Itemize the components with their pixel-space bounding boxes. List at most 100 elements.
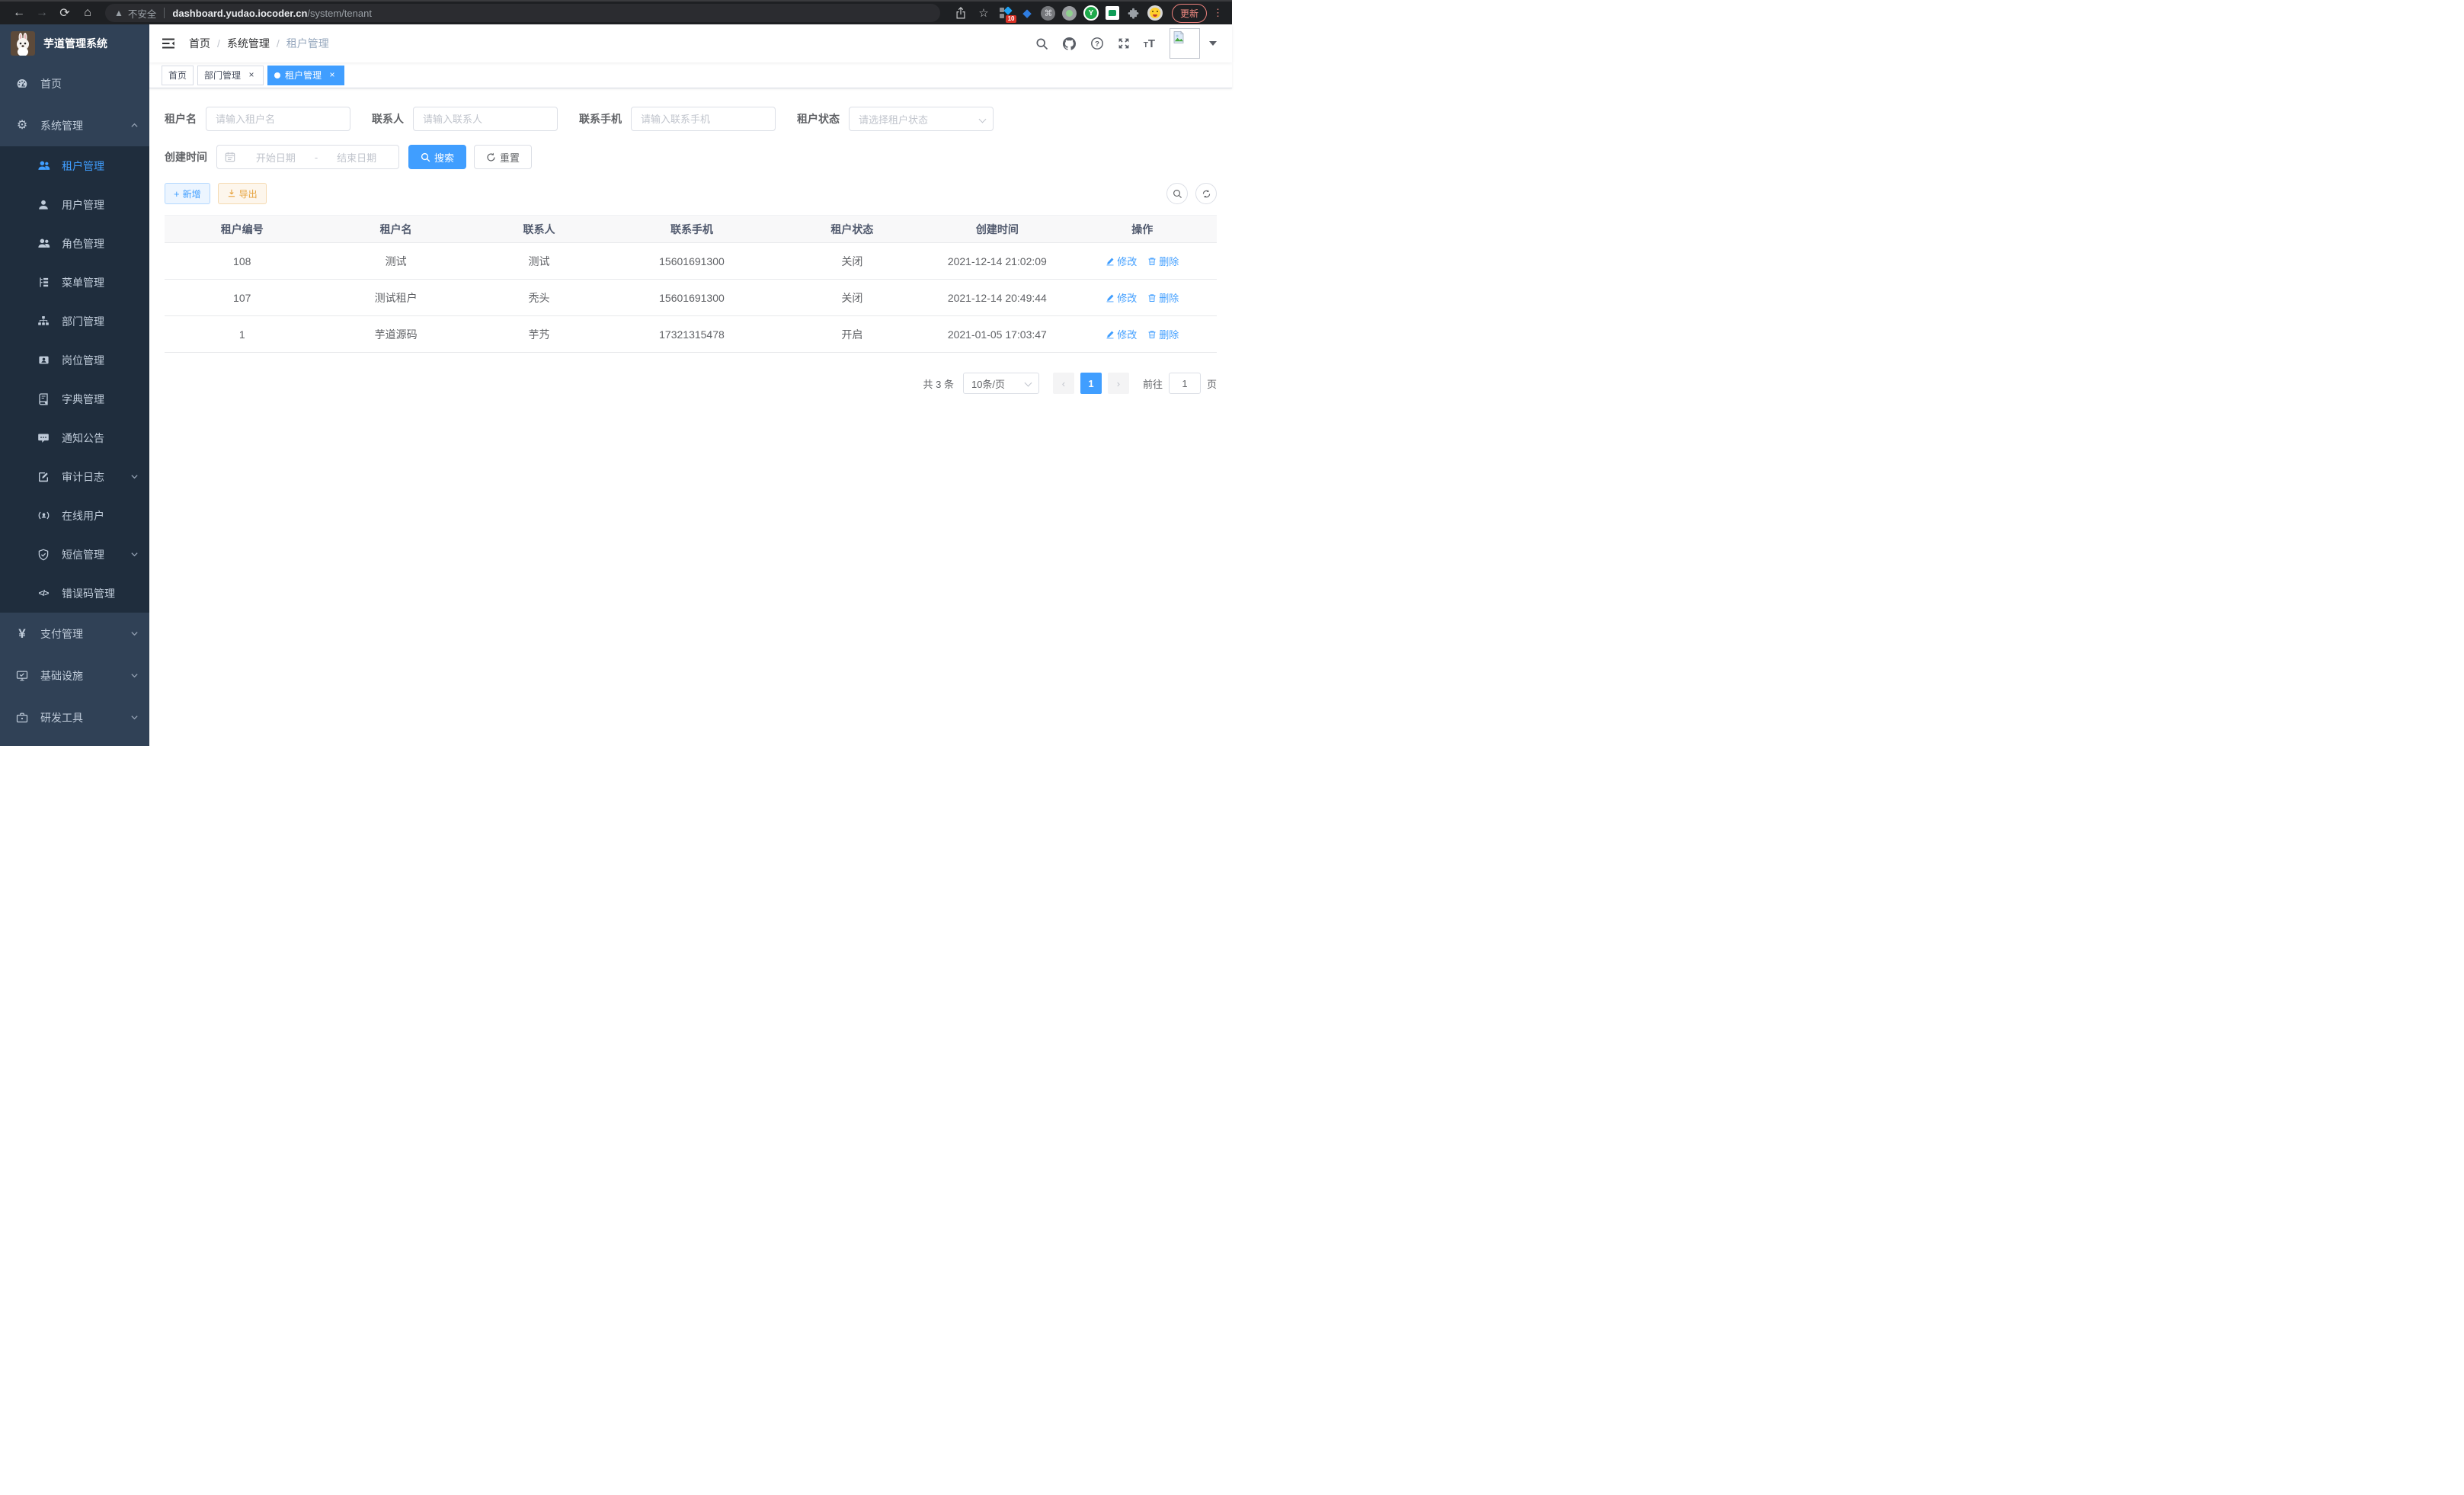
command-extension-icon[interactable]: ⌘ (1039, 3, 1058, 23)
end-date-placeholder[interactable]: 结束日期 (322, 150, 391, 165)
squares-diamond-extension-icon[interactable]: 10 (997, 3, 1015, 23)
sidebar-item[interactable]: 通知公告 (0, 418, 149, 457)
puzzle-extension-icon[interactable] (1125, 3, 1143, 23)
security-label[interactable]: 不安全 (128, 6, 157, 21)
forward-icon[interactable]: → (30, 2, 53, 24)
blue-pin-extension-icon[interactable]: ◆ (1018, 3, 1036, 23)
search-icon[interactable] (1029, 37, 1055, 50)
share-icon[interactable] (951, 3, 971, 23)
delete-link[interactable]: 删除 (1147, 254, 1179, 268)
fullscreen-icon[interactable] (1111, 37, 1137, 50)
table-toolbar: + 新增 导出 (165, 183, 1217, 204)
sidebar-item[interactable]: 角色管理 (0, 224, 149, 263)
add-button[interactable]: + 新增 (165, 183, 210, 204)
date-range-picker[interactable]: 开始日期 - 结束日期 (216, 145, 399, 169)
tenant-name-input[interactable] (206, 107, 350, 131)
chevron-down-icon (979, 116, 987, 123)
contact-input[interactable] (413, 107, 558, 131)
delete-link[interactable]: 删除 (1147, 290, 1179, 305)
view-tab[interactable]: 部门管理× (197, 66, 264, 85)
address-bar[interactable]: ▲ 不安全 dashboard.yudao.iocoder.cn/system/… (105, 4, 940, 22)
y-logo-extension-icon[interactable]: Y (1082, 3, 1100, 23)
next-page-button[interactable]: › (1108, 373, 1129, 394)
start-date-placeholder[interactable]: 开始日期 (242, 150, 310, 165)
sidebar-item[interactable]: </>错误码管理 (0, 574, 149, 613)
reset-button[interactable]: 重置 (474, 145, 532, 169)
view-tab[interactable]: 租户管理× (267, 66, 344, 85)
close-icon[interactable]: × (327, 70, 338, 81)
chat-extension-icon[interactable] (1103, 3, 1122, 23)
sidebar-logo[interactable]: 芋道管理系统 (0, 24, 149, 62)
edit-link[interactable]: 修改 (1106, 254, 1137, 268)
edit-link-label: 修改 (1117, 290, 1137, 305)
avatar[interactable] (1170, 28, 1200, 59)
view-tab[interactable]: 首页 (162, 66, 194, 85)
table-actions-cell: 修改删除 (1068, 243, 1217, 280)
sidebar-item[interactable]: 岗位管理 (0, 341, 149, 379)
sidebar-item[interactable]: 用户管理 (0, 185, 149, 224)
refresh-button[interactable] (1195, 183, 1217, 204)
sidebar-item[interactable]: 短信管理 (0, 535, 149, 574)
chevron-down-icon (130, 713, 139, 722)
mobile-input[interactable] (631, 107, 776, 131)
breadcrumb-item[interactable]: 系统管理 (227, 36, 270, 51)
create-time-label: 创建时间 (165, 149, 216, 165)
back-icon[interactable]: ← (8, 2, 30, 24)
sidebar-item[interactable]: 字典管理 (0, 379, 149, 418)
user-icon (37, 198, 50, 212)
export-button[interactable]: 导出 (218, 183, 267, 204)
emoji-extension-icon[interactable] (1146, 3, 1164, 23)
sidebar-item[interactable]: 在线用户 (0, 496, 149, 535)
sidebar-item[interactable]: 租户管理 (0, 146, 149, 185)
breadcrumb-separator-icon: / (217, 37, 220, 50)
update-button[interactable]: 更新 (1172, 4, 1207, 23)
breadcrumb-item[interactable]: 首页 (189, 36, 210, 51)
table-cell: 15601691300 (606, 243, 777, 280)
star-icon[interactable]: ☆ (974, 3, 994, 23)
page-size-select[interactable]: 10条/页 (963, 373, 1039, 394)
sidebar-item[interactable]: 部门管理 (0, 302, 149, 341)
browser-menu-icon[interactable]: ⋮ (1213, 7, 1223, 19)
delete-link-label: 删除 (1159, 327, 1179, 341)
edit-link[interactable]: 修改 (1106, 327, 1137, 341)
close-icon[interactable]: × (246, 70, 257, 81)
sidebar-item[interactable]: 基础设施 (0, 655, 149, 696)
hamburger-icon[interactable] (149, 24, 187, 62)
audit-log-icon (37, 470, 50, 484)
edit-link-label: 修改 (1117, 254, 1137, 268)
delete-link[interactable]: 删除 (1147, 327, 1179, 341)
edit-link[interactable]: 修改 (1106, 290, 1137, 305)
url-text[interactable]: dashboard.yudao.iocoder.cn/system/tenant (172, 8, 372, 19)
sidebar-item[interactable]: ¥支付管理 (0, 613, 149, 655)
avatar-dropdown-icon[interactable] (1209, 41, 1217, 46)
sidebar-item[interactable]: 审计日志 (0, 457, 149, 496)
sidebar-item[interactable]: 研发工具 (0, 696, 149, 738)
table-cell: 15601691300 (606, 280, 777, 316)
reload-icon[interactable]: ⟳ (53, 2, 76, 24)
prev-page-button[interactable]: ‹ (1053, 373, 1074, 394)
status-select[interactable]: 请选择租户状态 (849, 107, 994, 131)
tenant-table: 租户编号租户名联系人联系手机租户状态创建时间操作 108测试测试15601691… (165, 215, 1217, 353)
sidebar-item[interactable]: ⚙系统管理 (0, 104, 149, 146)
current-page-button[interactable]: 1 (1080, 373, 1102, 394)
sidebar-item[interactable]: 首页 (0, 62, 149, 104)
svg-text:?: ? (1095, 40, 1099, 48)
goto-page-input[interactable] (1169, 373, 1201, 394)
sidebar-item-label: 在线用户 (62, 508, 104, 523)
extension-icons: 10◆⌘ Y (997, 3, 1164, 23)
edit-link-label: 修改 (1117, 327, 1137, 341)
help-icon[interactable]: ? (1083, 37, 1111, 50)
search-button[interactable]: 搜索 (408, 145, 466, 169)
sidebar-item[interactable]: 菜单管理 (0, 263, 149, 302)
github-icon[interactable] (1055, 37, 1083, 51)
font-size-icon[interactable]: TT (1137, 37, 1162, 50)
home-icon[interactable]: ⌂ (76, 2, 99, 24)
sidebar-item-label: 系统管理 (40, 118, 83, 133)
dict-icon (37, 392, 50, 406)
broken-image-icon (1172, 30, 1186, 44)
show-search-button[interactable] (1166, 183, 1188, 204)
pagination-total: 共 3 条 (923, 376, 954, 391)
record-extension-icon[interactable] (1061, 3, 1079, 23)
table-cell: 108 (165, 243, 319, 280)
tags-view: 首页部门管理×租户管理× (149, 62, 1232, 88)
